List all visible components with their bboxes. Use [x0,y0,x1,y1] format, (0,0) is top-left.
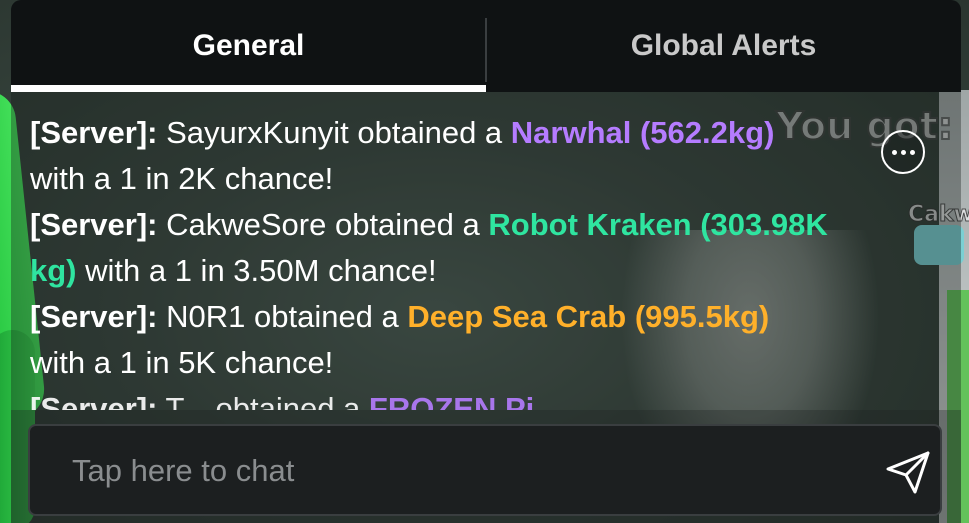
message-prefix: [Server]: [30,391,158,410]
chat-window: General Global Alerts [Server]: SayurxKu… [11,0,961,523]
tab-general[interactable]: General [11,0,486,92]
message-list: [Server]: SayurxKunyit obtained a Narwha… [30,110,830,410]
fish-name: Narwhal (562.2kg) [510,115,775,150]
fish-name: Deep Sea Crab (995.5kg) [407,299,770,334]
chat-input[interactable] [70,448,854,494]
chat-message: [Server]: CakweSore obtained a Robot Kra… [30,202,830,294]
message-text: SayurxKunyit obtained a [157,115,511,150]
chat-input-area [11,410,961,523]
message-prefix: [Server]: [30,207,158,242]
chat-tab-bar: General Global Alerts [11,0,961,92]
tab-divider [485,18,487,82]
message-text: N0R1 obtained a [157,299,408,334]
send-icon [886,451,930,494]
message-log[interactable]: [Server]: SayurxKunyit obtained a Narwha… [11,92,961,410]
fish-name: FROZEN Pi... [368,391,561,410]
message-text: with a 1 in 3.50M chance! [76,253,437,288]
send-button[interactable] [882,446,934,498]
message-text: CakweSore obtained a [157,207,489,242]
chat-message: [Server]: N0R1 obtained a Deep Sea Crab … [30,294,830,386]
message-prefix: [Server]: [30,299,158,334]
more-options-icon-dot [909,149,915,155]
more-options-icon [891,149,897,155]
message-text: with a 1 in 2K chance! [30,161,334,196]
message-text: with a 1 in 5K chance! [30,345,334,380]
more-options-icon-dot [900,149,906,155]
message-text: T... obtained a [157,391,369,410]
chat-input-box [28,424,942,516]
more-options-button[interactable] [881,130,925,174]
message-prefix: [Server]: [30,115,158,150]
chat-message: [Server]: SayurxKunyit obtained a Narwha… [30,110,830,202]
chat-message-partial: [Server]: T... obtained a FROZEN Pi... [30,386,830,410]
tab-global-alerts[interactable]: Global Alerts [486,0,961,92]
